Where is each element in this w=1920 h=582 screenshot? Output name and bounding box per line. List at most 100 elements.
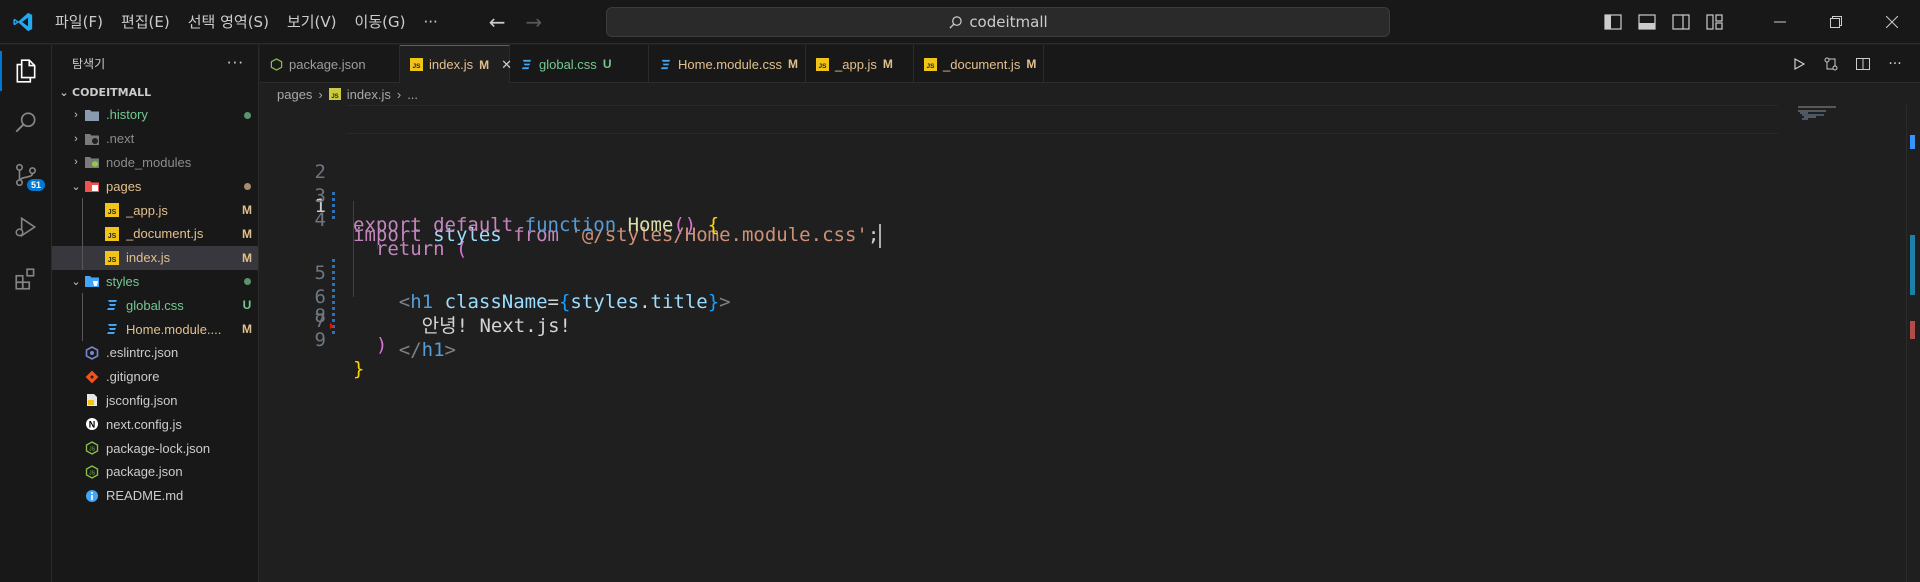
tab-label: Home.module.css — [678, 56, 783, 72]
extensions-icon[interactable] — [0, 253, 52, 305]
svg-text:JS: JS — [108, 209, 117, 216]
tree-file[interactable]: Nnext.config.js — [52, 412, 258, 436]
chevron-right-icon: › — [74, 132, 78, 145]
js-file-icon: JS — [104, 226, 120, 242]
tab-label: _app.js — [835, 56, 877, 72]
restore-icon[interactable] — [1808, 0, 1864, 44]
tree-file[interactable]: JS package.json — [52, 460, 258, 484]
svg-text:JS: JS — [89, 447, 96, 453]
tree-file[interactable]: .gitignore — [52, 365, 258, 389]
minimize-icon[interactable] — [1752, 0, 1808, 44]
editor-tab[interactable]: package.json — [260, 45, 400, 83]
nextjs-file-icon: N — [84, 416, 100, 432]
tree-folder[interactable]: › .history — [52, 103, 258, 127]
js-file-icon: JS — [924, 57, 937, 71]
tree-file[interactable]: JS _app.js M — [52, 198, 258, 222]
editor-tab[interactable]: JS _document.js M — [914, 45, 1044, 83]
menu-file[interactable]: 파일(F) — [46, 7, 112, 37]
svg-text:N: N — [89, 420, 96, 430]
styles-folder-icon — [84, 273, 100, 289]
menu-bar: 파일(F) 편집(E) 선택 영역(S) 보기(V) 이동(G) ··· — [46, 7, 447, 37]
indent-guide — [82, 221, 83, 246]
source-control-badge: 51 — [27, 179, 46, 191]
editor-tab[interactable]: JS _app.js M — [806, 45, 914, 83]
svg-text:JS: JS — [413, 63, 422, 70]
tree-file[interactable]: JS index.js M — [52, 245, 258, 270]
explorer-more-icon[interactable]: ··· — [227, 54, 244, 72]
tree-file[interactable]: jsconfig.json — [52, 389, 258, 413]
tree-file[interactable]: JS _document.js M — [52, 221, 258, 246]
tree-folder[interactable]: › node_modules — [52, 151, 258, 175]
menu-more[interactable]: ··· — [414, 7, 446, 37]
breadcrumb-file[interactable]: index.js — [347, 87, 391, 102]
json-file-icon — [84, 392, 100, 408]
run-file-icon[interactable] — [1786, 51, 1812, 77]
tree-folder[interactable]: ⌄ pages — [52, 174, 258, 198]
toggle-panel-icon[interactable] — [1630, 0, 1664, 44]
indent-guide — [82, 245, 83, 270]
scroll-marker-deleted — [1910, 321, 1915, 339]
js-file-icon: JS — [104, 202, 120, 218]
tree-file[interactable]: .eslintrc.json — [52, 341, 258, 365]
explorer-sidebar: 탐색기 ··· ⌄ CODEITMALL › .history › .next › nod… — [52, 45, 259, 582]
tree-item-label: pages — [106, 178, 142, 194]
menu-go[interactable]: 이동(G) — [346, 7, 415, 37]
tree-file[interactable]: JS package-lock.json — [52, 436, 258, 460]
tree-item-label: README.md — [106, 488, 184, 504]
forward-arrow-icon[interactable]: → — [526, 10, 543, 34]
toggle-secondary-sidebar-icon[interactable] — [1664, 0, 1698, 44]
breadcrumb-symbol[interactable]: ... — [407, 87, 418, 102]
svg-text:JS: JS — [819, 63, 828, 70]
git-status-badge: M — [242, 203, 252, 218]
punctuation: </ — [398, 339, 422, 361]
tree-folder[interactable]: ⌄ styles — [52, 270, 258, 294]
run-debug-icon[interactable] — [0, 201, 52, 253]
tree-folder[interactable]: › .next — [52, 127, 258, 151]
tree-file[interactable]: Home.module.... M — [52, 317, 258, 341]
split-editor-icon[interactable] — [1850, 51, 1876, 77]
tree-item-label: package-lock.json — [106, 440, 211, 456]
tab-bar: package.json JS index.js M ✕ global.css U Home.… — [260, 45, 1920, 83]
tree-file[interactable]: global.css U — [52, 293, 258, 318]
css-file-icon — [104, 321, 120, 337]
breadcrumb-folder[interactable]: pages — [277, 87, 312, 102]
explorer-title: 탐색기 — [72, 56, 106, 71]
css-file-icon — [104, 297, 120, 313]
tree-item-label: global.css — [126, 297, 184, 313]
open-changes-icon[interactable] — [1818, 51, 1844, 77]
back-arrow-icon[interactable]: ← — [489, 10, 506, 34]
menu-view[interactable]: 보기(V) — [278, 7, 346, 37]
menu-selection[interactable]: 선택 영역(S) — [179, 7, 278, 37]
editor-tab[interactable]: global.css U — [510, 45, 649, 83]
folder-icon — [84, 131, 100, 147]
search-view-icon[interactable] — [0, 97, 52, 149]
explorer-icon[interactable] — [0, 45, 52, 97]
chevron-down-icon: ⌄ — [59, 85, 69, 99]
command-center-search[interactable]: codeitmall — [606, 7, 1390, 37]
tree-file[interactable]: README.md — [52, 484, 258, 508]
eslint-file-icon — [84, 345, 100, 361]
tree-item-label: .next — [106, 131, 135, 147]
customize-layout-icon[interactable] — [1698, 0, 1732, 44]
tab-label: package.json — [289, 56, 366, 72]
code-editor[interactable]: 1 import styles from '@/styles/Home.modu… — [260, 105, 1920, 582]
toggle-primary-sidebar-icon[interactable] — [1596, 0, 1630, 44]
tree-item-label: _app.js — [126, 202, 168, 218]
vertical-scrollbar[interactable] — [1906, 105, 1920, 582]
vscode-logo-icon[interactable] — [0, 0, 46, 44]
editor-more-icon[interactable]: ··· — [1882, 51, 1908, 77]
source-control-icon[interactable]: 51 — [0, 149, 52, 201]
minimap[interactable] — [1796, 105, 1840, 125]
tree-item-label: jsconfig.json — [106, 392, 178, 408]
svg-text:JS: JS — [927, 63, 936, 70]
editor-tab[interactable]: Home.module.css M — [649, 45, 806, 83]
scroll-marker-modified — [1910, 235, 1915, 295]
workspace-root[interactable]: ⌄ CODEITMALL — [52, 81, 258, 103]
tab-git-status: M — [479, 57, 490, 72]
editor-tab[interactable]: JS index.js M ✕ — [400, 45, 512, 83]
folder-icon — [84, 107, 100, 123]
menu-edit[interactable]: 편집(E) — [112, 7, 179, 37]
indent-guide — [82, 317, 83, 341]
activity-bar: 51 — [0, 45, 52, 582]
close-window-icon[interactable] — [1864, 0, 1920, 44]
